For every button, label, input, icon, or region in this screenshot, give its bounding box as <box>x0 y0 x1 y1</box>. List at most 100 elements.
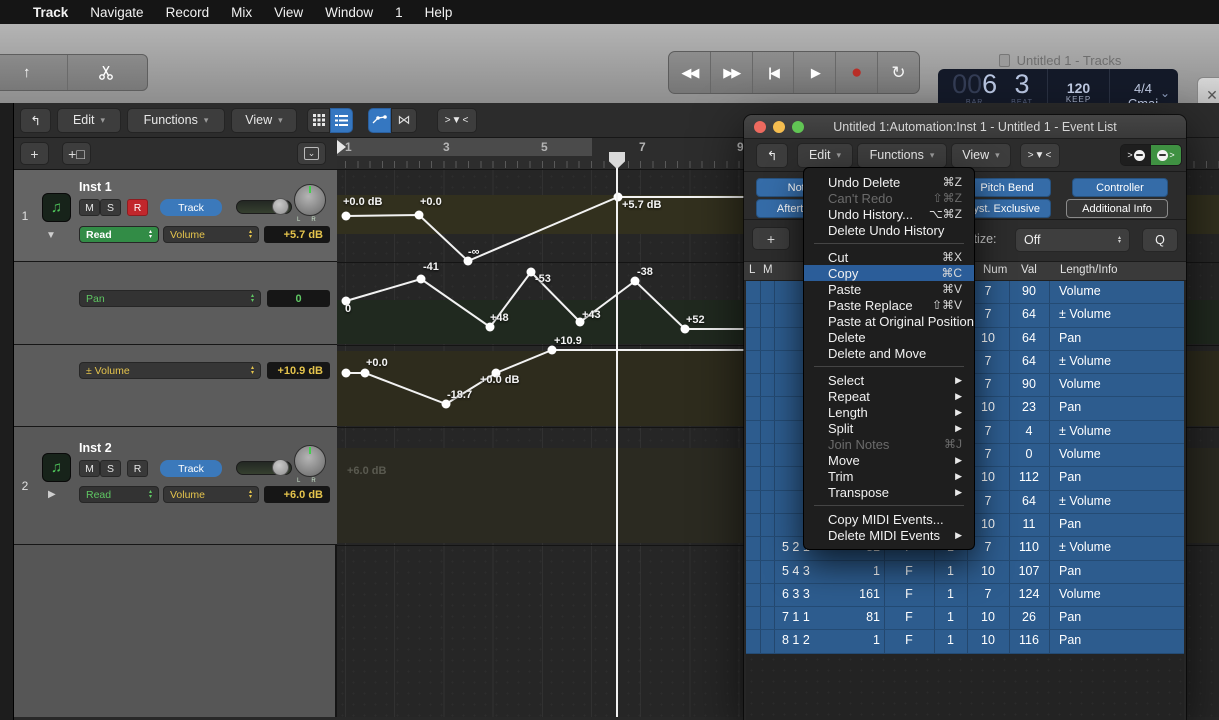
close-window-icon[interactable] <box>754 121 766 133</box>
menubar-item-track[interactable]: Track <box>22 5 79 20</box>
automation-point-volume[interactable] <box>415 211 424 220</box>
quantize-q-button[interactable]: Q <box>1142 228 1178 252</box>
col-val[interactable]: Val <box>1021 264 1037 276</box>
menu-item-delete-undo-history[interactable]: Delete Undo History <box>804 222 974 238</box>
menu-item-undo-history-[interactable]: Undo History...⌥⌘Z <box>804 206 974 222</box>
menubar-item-navigate[interactable]: Navigate <box>79 5 154 20</box>
rewind-button[interactable]: ◀◀ <box>669 52 711 93</box>
menubar-item-1[interactable]: 1 <box>384 5 414 20</box>
menu-item-undo-delete[interactable]: Undo Delete⌘Z <box>804 174 974 190</box>
pan-knob[interactable] <box>294 445 326 477</box>
menubar-item-window[interactable]: Window <box>314 5 384 20</box>
disclosure-triangle-open[interactable]: ▼ <box>46 230 56 241</box>
pointer-tool-button[interactable]: ↑ <box>0 55 68 90</box>
lane-param-dropdown[interactable]: Pan ▴▾ <box>79 290 261 307</box>
minimize-window-icon[interactable] <box>773 121 785 133</box>
lane-header-plus-volume[interactable]: ± Volume ▴▾ +10.9 dB <box>14 345 337 427</box>
zoom-window-icon[interactable] <box>792 121 804 133</box>
track-name[interactable]: Inst 1 <box>79 180 112 194</box>
lane-param-dropdown[interactable]: ± Volume ▴▾ <box>79 362 261 379</box>
go-to-beginning-button[interactable]: |◀ <box>753 52 795 93</box>
menu-item-length[interactable]: Length▶ <box>804 404 974 420</box>
quantize-dropdown[interactable]: Off ▴▾ <box>1015 228 1130 252</box>
col-m[interactable]: M <box>763 264 773 276</box>
event-filter-button[interactable]: >▼< <box>1020 143 1060 168</box>
tracks-functions-menu-button[interactable]: Functions▾ <box>127 108 225 133</box>
automation-point-volume[interactable] <box>342 212 351 221</box>
pan-knob[interactable] <box>294 184 326 216</box>
record-button[interactable]: ● <box>836 52 878 93</box>
add-event-button[interactable]: + <box>752 227 790 250</box>
track-header-inst2[interactable]: 2 ♫ Inst 2 M S R Track LR ▶ Read ▴▾ Volu… <box>14 427 337 545</box>
automation-mode-dropdown[interactable]: Read ▴▾ <box>79 486 159 503</box>
event-list-titlebar[interactable]: Untitled 1:Automation:Inst 1 - Untitled … <box>744 115 1186 139</box>
menubar-item-mix[interactable]: Mix <box>220 5 263 20</box>
duplicate-track-button[interactable]: +□ <box>62 142 91 165</box>
menu-item-select[interactable]: Select▶ <box>804 372 974 388</box>
list-view-button[interactable] <box>330 108 353 133</box>
automation-param-dropdown[interactable]: Volume ▴▾ <box>163 226 259 243</box>
automation-point-plus-volume[interactable] <box>361 369 370 378</box>
solo-button[interactable]: S <box>100 460 121 477</box>
menu-item-paste[interactable]: Paste⌘V <box>804 281 974 297</box>
tracks-view-menu-button[interactable]: View▾ <box>231 108 297 133</box>
lcd-chevron-icon[interactable]: ⌄ <box>1160 86 1170 100</box>
catch-playhead-button[interactable]: ↰ <box>756 143 788 168</box>
track-on-button[interactable]: Track <box>160 460 222 477</box>
menu-item-delete[interactable]: Delete <box>804 329 974 345</box>
menu-item-delete-and-move[interactable]: Delete and Move <box>804 345 974 361</box>
automation-point-pan[interactable] <box>417 275 426 284</box>
track-header-options-button[interactable]: ⌄ <box>297 142 326 165</box>
snap-filter-button[interactable]: >▼< <box>437 108 477 133</box>
track-header-inst1[interactable]: 1 ♫ Inst 1 M S R Track LR ▼ Read ▴▾ Volu… <box>14 170 337 262</box>
menu-item-repeat[interactable]: Repeat▶ <box>804 388 974 404</box>
catch-playhead-button[interactable]: ↰ <box>20 108 51 133</box>
lane-value[interactable]: +10.9 dB <box>267 362 330 379</box>
col-info[interactable]: Length/Info <box>1060 264 1118 276</box>
menu-item-copy-midi-events-[interactable]: Copy MIDI Events... <box>804 511 974 527</box>
tracks-edit-menu-button[interactable]: Edit▾ <box>57 108 121 133</box>
midi-in-out-indicator[interactable]: > > <box>1120 144 1182 166</box>
menubar-item-view[interactable]: View <box>263 5 314 20</box>
col-num[interactable]: Num <box>983 264 1007 276</box>
col-l[interactable]: L <box>749 264 755 276</box>
filter-controller-button[interactable]: Controller <box>1072 178 1168 197</box>
automation-mode-dropdown[interactable]: Read ▴▾ <box>79 226 159 243</box>
event-row[interactable]: 6 3 3161F17124Volume <box>746 584 1184 607</box>
grid-view-button[interactable] <box>307 108 330 133</box>
menu-item-cut[interactable]: Cut⌘X <box>804 249 974 265</box>
menu-item-split[interactable]: Split▶ <box>804 420 974 436</box>
menu-item-transpose[interactable]: Transpose▶ <box>804 484 974 500</box>
scissors-tool-button[interactable] <box>68 55 148 90</box>
menu-item-paste-replace[interactable]: Paste Replace⇧⌘V <box>804 297 974 313</box>
mute-button[interactable]: M <box>79 199 100 216</box>
automation-value[interactable]: +5.7 dB <box>264 226 330 243</box>
automation-line-volume[interactable] <box>346 197 744 261</box>
menubar-item-record[interactable]: Record <box>155 5 221 20</box>
event-functions-menu-button[interactable]: Functions▾ <box>857 143 947 168</box>
event-row[interactable]: 7 1 181F11026Pan <box>746 607 1184 630</box>
add-track-button[interactable]: + <box>20 142 49 165</box>
disclosure-triangle-closed[interactable]: ▶ <box>48 489 56 500</box>
record-enable-button[interactable]: R <box>127 460 148 477</box>
record-enable-button[interactable]: R <box>127 199 148 216</box>
menu-item-copy[interactable]: Copy⌘C <box>804 265 974 281</box>
lane-header-pan[interactable]: Pan ▴▾ 0 <box>14 262 337 345</box>
event-edit-menu-button[interactable]: Edit▾ <box>797 143 853 168</box>
track-on-button[interactable]: Track <box>160 199 222 216</box>
window-title[interactable]: Untitled 1 - Tracks <box>930 52 1190 68</box>
cycle-region[interactable] <box>337 138 592 156</box>
automation-point-plus-volume[interactable] <box>342 369 351 378</box>
mute-button[interactable]: M <box>79 460 100 477</box>
lane-value[interactable]: 0 <box>267 290 330 307</box>
automation-button[interactable] <box>368 108 391 133</box>
menubar-item-help[interactable]: Help <box>414 5 464 20</box>
menu-item-paste-at-original-position[interactable]: Paste at Original Position <box>804 313 974 329</box>
playhead-line[interactable] <box>616 168 618 717</box>
flex-button[interactable]: ⋈ <box>391 108 417 133</box>
volume-slider-thumb[interactable] <box>272 459 289 476</box>
event-row[interactable]: 8 1 21F110116Pan <box>746 630 1184 653</box>
event-row[interactable]: 5 4 31F110107Pan <box>746 561 1184 584</box>
automation-line-plus-volume[interactable] <box>346 350 744 404</box>
play-button[interactable]: ▶ <box>794 52 836 93</box>
